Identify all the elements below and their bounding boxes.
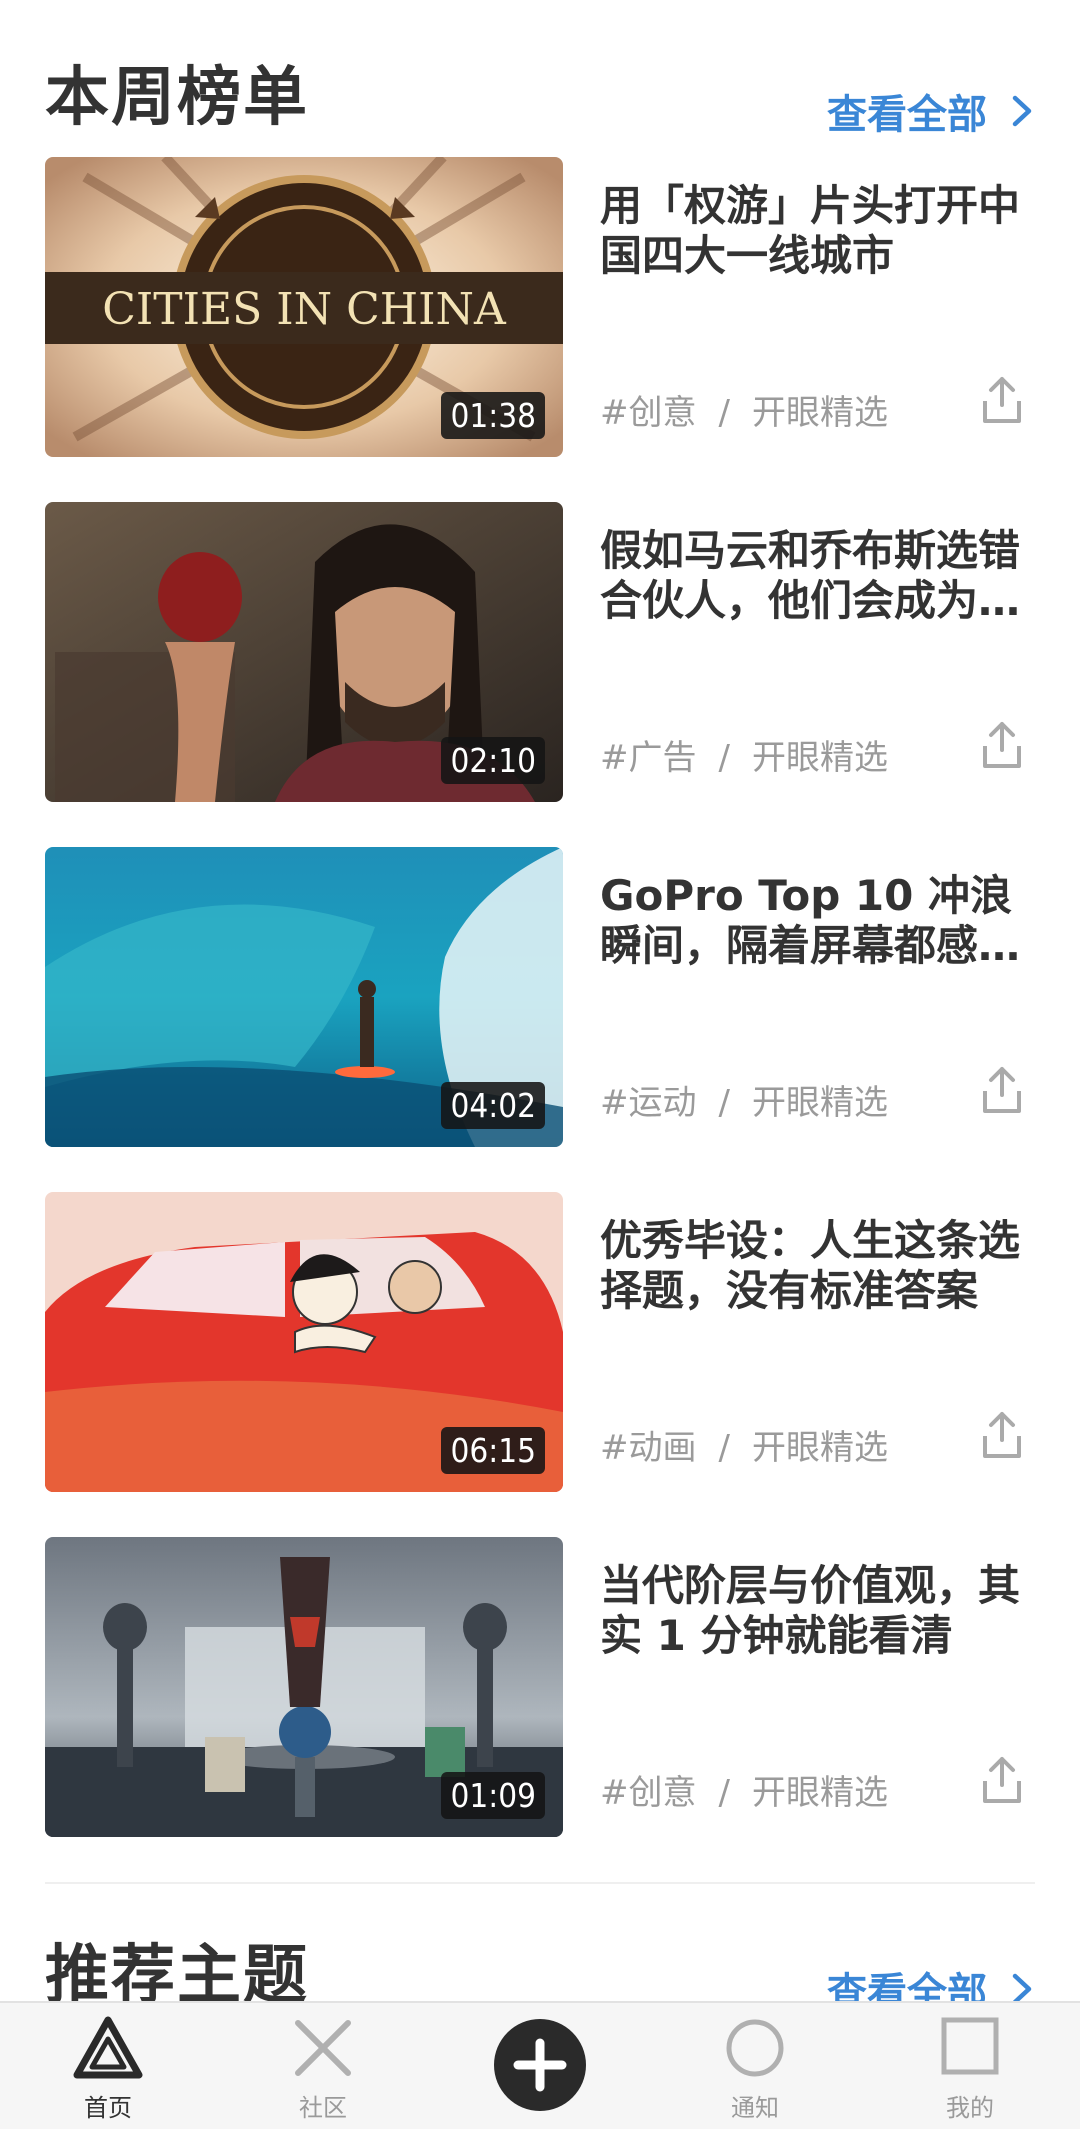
meta-separator: / xyxy=(718,738,730,778)
video-card[interactable]: 01:09 当代阶层与价值观，其实 1 分钟就能看清 #创意 / 开眼精选 xyxy=(45,1537,1035,1837)
author-label: 开眼精选 xyxy=(751,738,888,778)
video-card[interactable]: 02:10 假如马云和乔布斯选错合伙人，他们会成为… #广告 / 开眼精选 xyxy=(45,502,1035,802)
video-thumbnail[interactable]: 04:02 xyxy=(45,847,563,1147)
thumbnail-title-text: CITIES IN CHINA xyxy=(102,284,507,335)
tab-label: 社区 xyxy=(299,2094,347,2122)
publish-button[interactable] xyxy=(494,2019,586,2111)
duration-badge: 02:10 xyxy=(441,737,545,784)
category-tag[interactable]: #创意 xyxy=(600,393,697,433)
category-tag[interactable]: #广告 xyxy=(600,738,697,778)
video-card[interactable]: 06:15 优秀毕设：人生这条选择题，没有标准答案 #动画 / 开眼精选 xyxy=(45,1192,1035,1492)
video-thumbnail[interactable]: 06:15 xyxy=(45,1192,563,1492)
video-thumbnail[interactable]: 01:09 xyxy=(45,1537,563,1837)
video-meta: #广告 / 开眼精选 xyxy=(600,730,888,779)
meta-separator: / xyxy=(718,1773,730,1813)
video-title[interactable]: 优秀毕设：人生这条选择题，没有标准答案 xyxy=(600,1216,1040,1316)
share-icon[interactable] xyxy=(979,375,1025,427)
video-thumbnail[interactable]: 02:10 xyxy=(45,502,563,802)
tab-profile[interactable]: 我的 xyxy=(895,2003,1045,2129)
chevron-right-icon xyxy=(1012,95,1032,127)
author-label: 开眼精选 xyxy=(751,1773,888,1813)
duration-badge: 01:09 xyxy=(441,1772,545,1819)
ranking-see-all-link[interactable]: 查看全部 xyxy=(827,82,1035,140)
square-icon xyxy=(941,2017,999,2075)
tab-label: 首页 xyxy=(84,2094,132,2122)
ranking-header: 本周榜单 查看全部 xyxy=(45,40,1035,140)
duration-badge: 01:38 xyxy=(441,392,545,439)
duration-badge: 04:02 xyxy=(441,1082,545,1129)
category-tag[interactable]: #运动 xyxy=(600,1083,697,1123)
triangle-icon xyxy=(73,2016,143,2079)
video-card[interactable]: 04:02 GoPro Top 10 冲浪瞬间，隔着屏幕都感… #运动 / 开眼精选 xyxy=(45,847,1035,1147)
cross-icon xyxy=(295,2020,351,2076)
category-tag[interactable]: #创意 xyxy=(600,1773,697,1813)
meta-separator: / xyxy=(718,1083,730,1123)
tab-notifications[interactable]: 通知 xyxy=(680,2003,830,2129)
share-icon[interactable] xyxy=(979,1755,1025,1807)
video-meta: #动画 / 开眼精选 xyxy=(600,1420,888,1469)
video-meta: #创意 / 开眼精选 xyxy=(600,385,888,434)
author-label: 开眼精选 xyxy=(751,1428,888,1468)
see-all-label: 查看全部 xyxy=(827,92,987,138)
video-card[interactable]: CITIES IN CHINA 01:38 用「权游」片头打开中国四大一线城市 … xyxy=(45,157,1035,457)
author-label: 开眼精选 xyxy=(751,1083,888,1123)
video-thumbnail[interactable]: CITIES IN CHINA 01:38 xyxy=(45,157,563,457)
tab-community[interactable]: 社区 xyxy=(248,2003,398,2129)
video-meta: #运动 / 开眼精选 xyxy=(600,1075,888,1124)
video-meta: #创意 / 开眼精选 xyxy=(600,1765,888,1814)
share-icon[interactable] xyxy=(979,1410,1025,1462)
tab-label: 我的 xyxy=(946,2094,994,2122)
share-icon[interactable] xyxy=(979,720,1025,772)
duration-badge: 06:15 xyxy=(441,1427,545,1474)
video-title[interactable]: GoPro Top 10 冲浪瞬间，隔着屏幕都感… xyxy=(600,871,1040,971)
meta-separator: / xyxy=(718,1428,730,1468)
category-tag[interactable]: #动画 xyxy=(600,1428,697,1468)
circle-icon xyxy=(726,2019,784,2077)
video-title[interactable]: 当代阶层与价值观，其实 1 分钟就能看清 xyxy=(600,1561,1040,1661)
tab-home[interactable]: 首页 xyxy=(33,2003,183,2129)
ranking-title: 本周榜单 xyxy=(45,61,309,135)
meta-separator: / xyxy=(718,393,730,433)
video-title[interactable]: 假如马云和乔布斯选错合伙人，他们会成为… xyxy=(600,526,1040,626)
bottom-tab-bar: 首页 社区 通知 我的 xyxy=(0,2001,1080,2129)
author-label: 开眼精选 xyxy=(751,393,888,433)
plus-icon xyxy=(513,2038,567,2092)
tab-label: 通知 xyxy=(731,2094,779,2122)
video-title[interactable]: 用「权游」片头打开中国四大一线城市 xyxy=(600,181,1040,281)
section-divider xyxy=(45,1882,1035,1884)
share-icon[interactable] xyxy=(979,1065,1025,1117)
